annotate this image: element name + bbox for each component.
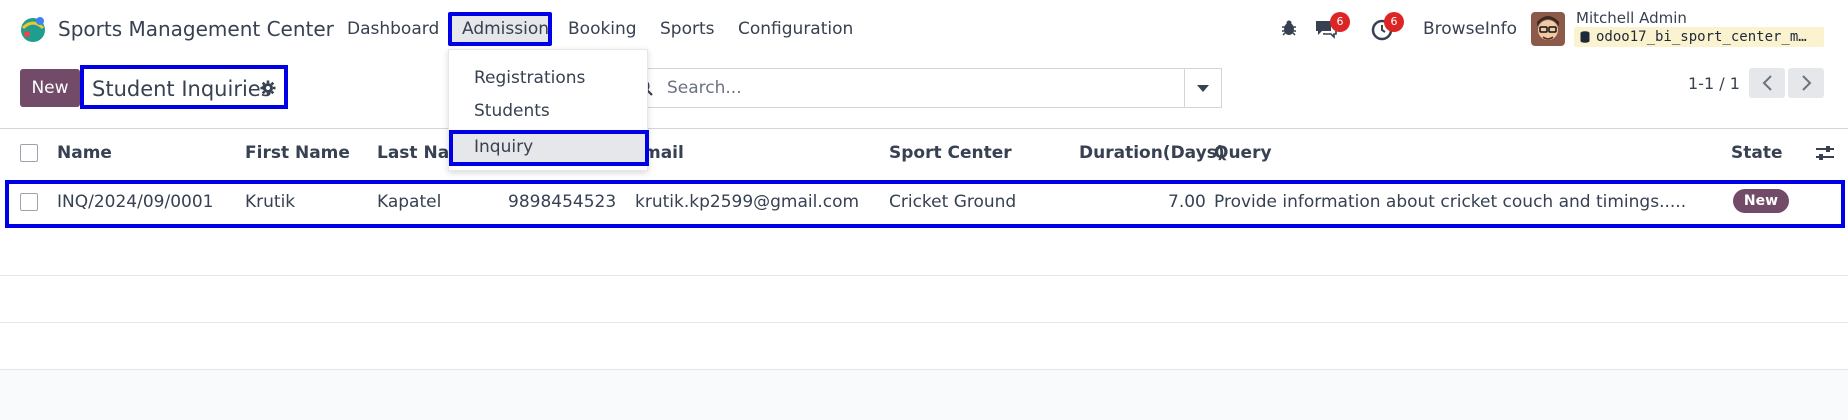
top-navbar: Sports Management Center Dashboard Admis… <box>0 0 1848 58</box>
column-header-state[interactable]: State <box>1731 143 1783 163</box>
cell-last-name[interactable]: Kapatel <box>377 192 441 212</box>
user-name[interactable]: Mitchell Admin <box>1576 9 1687 27</box>
new-button[interactable]: New <box>20 69 80 107</box>
cell-sport-center[interactable]: Cricket Ground <box>889 192 1016 212</box>
database-name: odoo17_bi_sport_center_m… <box>1596 29 1807 45</box>
column-header-email[interactable]: mail <box>643 143 684 163</box>
chevron-left-icon <box>1762 75 1772 91</box>
debug-bug-icon[interactable] <box>1280 19 1298 37</box>
menu-item-registrations[interactable]: Registrations <box>474 68 585 88</box>
cell-phone[interactable]: 9898454523 <box>508 192 616 212</box>
app-name[interactable]: Sports Management Center <box>58 17 334 41</box>
cell-duration[interactable]: 7.00 <box>1168 192 1206 212</box>
optional-columns-icon[interactable] <box>1815 144 1835 162</box>
pager-previous-button[interactable] <box>1749 68 1785 98</box>
cell-email[interactable]: krutik.kp2599@gmail.com <box>635 192 859 212</box>
menu-item-inquiry-label: Inquiry <box>474 137 534 157</box>
cell-name[interactable]: INQ/2024/09/0001 <box>57 192 213 212</box>
menu-dashboard[interactable]: Dashboard <box>347 19 439 39</box>
company-switcher[interactable]: BrowseInfo <box>1423 19 1517 39</box>
app-logo-icon[interactable] <box>18 14 48 44</box>
select-all-checkbox[interactable] <box>20 144 38 162</box>
menu-configuration[interactable]: Configuration <box>738 19 853 39</box>
database-chip[interactable]: odoo17_bi_sport_center_m… <box>1574 27 1824 47</box>
row-divider <box>0 275 1848 276</box>
column-header-sport-center[interactable]: Sport Center <box>889 143 1012 163</box>
activities-count-badge: 6 <box>1384 12 1404 32</box>
gear-icon[interactable] <box>260 80 276 96</box>
row-checkbox[interactable] <box>20 193 38 211</box>
pager-next-button[interactable] <box>1788 68 1824 98</box>
pager-value[interactable]: 1-1 / 1 <box>1688 74 1740 93</box>
search-options-toggle[interactable] <box>1185 68 1222 108</box>
cell-first-name[interactable]: Krutik <box>245 192 295 212</box>
breadcrumb: Student Inquiries <box>80 65 288 109</box>
menu-admission[interactable]: Admission <box>448 12 552 46</box>
column-header-name[interactable]: Name <box>57 143 112 163</box>
table-top-border <box>0 128 1848 129</box>
menu-item-students[interactable]: Students <box>474 101 550 121</box>
status-badge: New <box>1733 189 1789 213</box>
column-header-duration[interactable]: Duration(Days) <box>1079 143 1225 163</box>
menu-sports[interactable]: Sports <box>660 19 715 39</box>
row-divider <box>0 322 1848 323</box>
menu-admission-label: Admission <box>462 19 550 39</box>
database-icon <box>1580 31 1590 43</box>
menu-item-inquiry[interactable]: Inquiry <box>449 130 649 166</box>
chevron-right-icon <box>1802 75 1812 91</box>
messages-count-badge: 6 <box>1330 12 1350 32</box>
caret-down-icon <box>1197 85 1209 92</box>
list-empty-area <box>0 370 1848 420</box>
column-header-query[interactable]: Query <box>1214 143 1272 163</box>
cell-query[interactable]: Provide information about cricket couch … <box>1214 192 1686 212</box>
page-title: Student Inquiries <box>92 77 272 101</box>
menu-booking[interactable]: Booking <box>568 19 637 39</box>
search-placeholder: Search... <box>667 78 742 98</box>
user-avatar[interactable] <box>1531 12 1565 46</box>
admission-dropdown-menu: Registrations Students Inquiry <box>448 49 649 171</box>
column-header-first-name[interactable]: First Name <box>245 143 350 163</box>
